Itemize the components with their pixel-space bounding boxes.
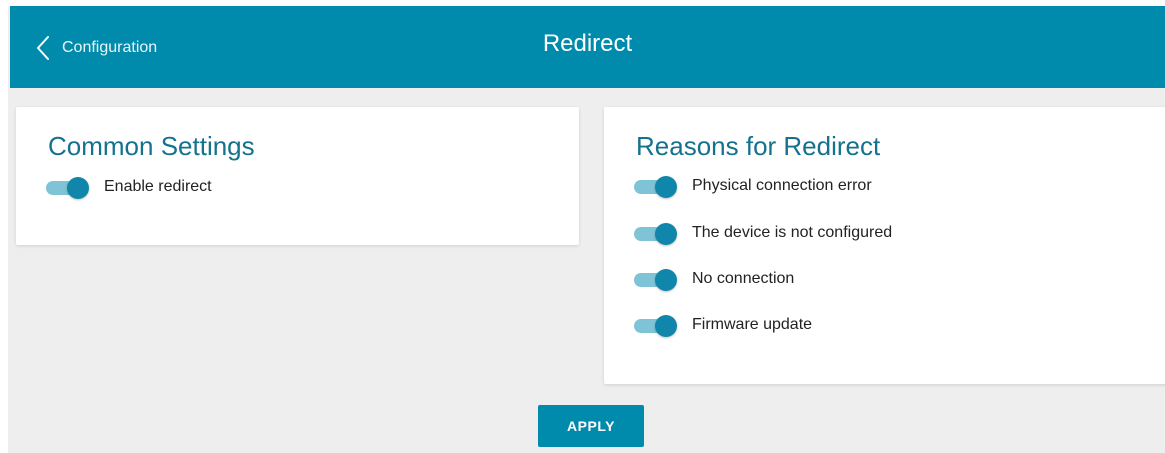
reasons-for-redirect-title: Reasons for Redirect [636,131,881,161]
no-connection-label: No connection [692,270,795,287]
firmware-update-row: Firmware update [634,313,812,337]
common-settings-card: Common Settings Enable redirect [16,107,579,245]
device-not-configured-toggle[interactable] [634,222,677,245]
reasons-for-redirect-card: Reasons for Redirect Physical connection… [604,107,1165,384]
apply-button[interactable]: APPLY [538,405,644,447]
firmware-update-toggle[interactable] [634,314,677,337]
toggle-knob [655,315,677,337]
physical-connection-error-label: Physical connection error [692,177,872,194]
no-connection-toggle[interactable] [634,268,677,291]
toggle-knob [67,177,89,199]
physical-connection-error-row: Physical connection error [634,174,872,198]
top-bar: Configuration Redirect [10,6,1165,88]
toggle-knob [655,176,677,198]
enable-redirect-label: Enable redirect [104,178,212,195]
enable-redirect-toggle[interactable] [46,176,89,199]
toggle-knob [655,223,677,245]
page-title: Redirect [542,30,633,57]
device-not-configured-row: The device is not configured [634,221,892,245]
physical-connection-error-toggle[interactable] [634,175,677,198]
firmware-update-label: Firmware update [692,316,813,333]
device-not-configured-label: The device is not configured [692,224,893,241]
enable-redirect-row: Enable redirect [46,175,212,199]
toggle-knob [655,269,677,291]
app-frame: Configuration Redirect Common Settings E… [8,6,1165,453]
no-connection-row: No connection [634,267,794,291]
common-settings-title: Common Settings [48,131,255,161]
